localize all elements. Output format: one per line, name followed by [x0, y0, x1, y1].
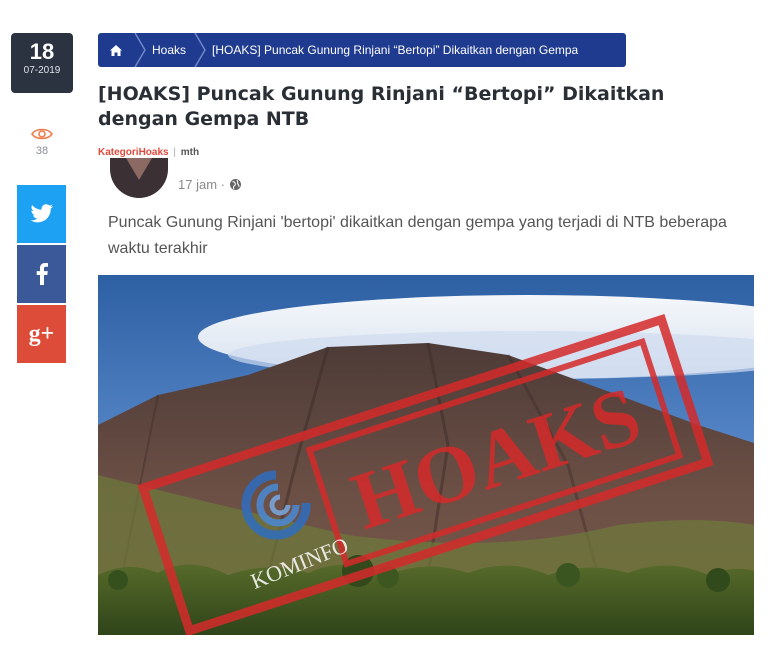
twitter-icon [30, 204, 53, 223]
view-count: 38 [35, 145, 49, 157]
view-counter: 38 [11, 127, 73, 157]
breadcrumb-current: [HOAKS] Puncak Gunung Rinjani “Bertopi” … [212, 43, 579, 57]
googleplus-icon: g+ [28, 320, 55, 347]
article-title: [HOAKS] Puncak Gunung Rinjani “Bertopi” … [98, 83, 665, 130]
globe-icon [229, 179, 241, 190]
post-time-text: 17 jam [178, 177, 218, 192]
article-image: HOAKS KOMINFO [98, 275, 754, 635]
post-date: 18 07-2019 [11, 33, 73, 93]
share-googleplus-button[interactable]: g+ [17, 305, 66, 363]
meta-separator: | [173, 147, 176, 158]
breadcrumb-separator-icon [134, 33, 146, 67]
category-label: Kategori [98, 147, 139, 158]
article-meta: KategoriHoaks | mth [98, 147, 199, 158]
breadcrumb-separator-icon [194, 33, 206, 67]
breadcrumb: Hoaks [HOAKS] Puncak Gunung Rinjani “Ber… [98, 33, 626, 67]
category-link[interactable]: Hoaks [139, 147, 169, 158]
date-month: 07-2019 [23, 65, 61, 76]
home-icon [110, 44, 122, 56]
avatar [110, 158, 168, 198]
share-twitter-button[interactable] [17, 185, 66, 243]
breadcrumb-home[interactable] [98, 33, 134, 67]
post-timestamp: 17 jam · [178, 177, 242, 192]
share-facebook-button[interactable] [17, 245, 66, 303]
facebook-icon [36, 263, 48, 285]
eye-icon [31, 128, 53, 140]
dot-separator: · [220, 177, 229, 192]
author-name: mth [180, 147, 200, 158]
date-day: 18 [29, 39, 55, 64]
post-text: Puncak Gunung Rinjani 'bertopi' dikaitka… [108, 214, 727, 257]
breadcrumb-category[interactable]: Hoaks [146, 43, 194, 57]
